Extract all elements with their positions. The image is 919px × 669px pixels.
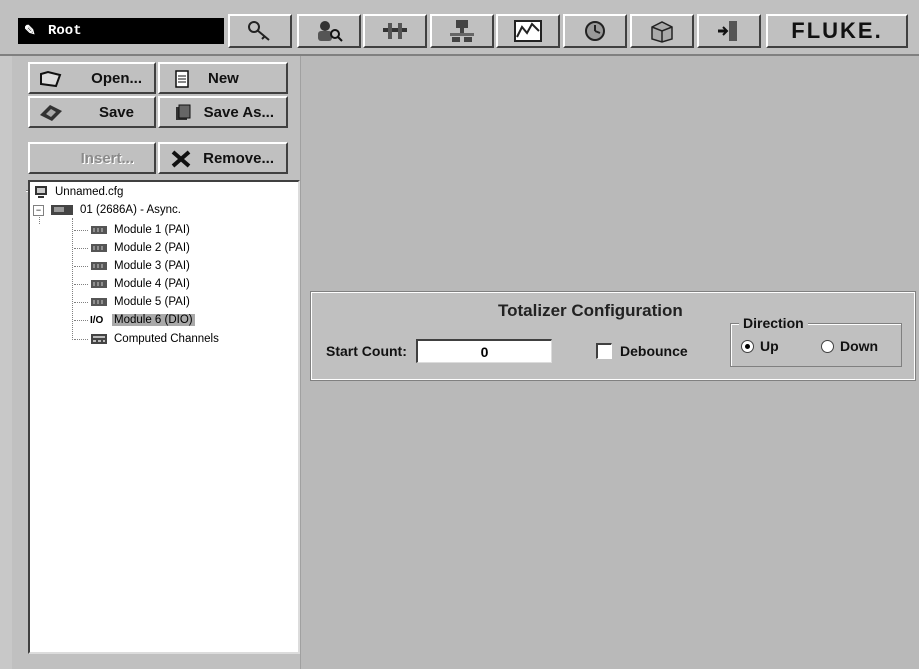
tree-module-6[interactable]: I/O Module 6 (DIO) [90, 312, 195, 328]
configuration-button[interactable] [363, 14, 427, 48]
key-icon [248, 21, 270, 41]
computer-icon [35, 186, 47, 198]
checkbox-box[interactable] [596, 343, 612, 359]
security-button[interactable] [228, 14, 292, 48]
new-document-icon [175, 70, 189, 88]
tree-module-label: Module 2 (PAI) [114, 242, 190, 254]
new-button[interactable]: New [158, 62, 288, 94]
brand-text: FLUKE. [791, 18, 883, 43]
tree-module-1[interactable]: Module 1 (PAI) [90, 222, 192, 238]
tree-module-3[interactable]: Module 3 (PAI) [90, 258, 192, 274]
fluke-logo: FLUKE. [766, 14, 908, 48]
feather-icon: ✎ [24, 23, 36, 40]
chart-button[interactable] [496, 14, 560, 48]
save-button-label: Save [98, 104, 134, 121]
open-folder-icon [40, 70, 62, 88]
network-button[interactable] [430, 14, 494, 48]
start-count-label: Start Count: [326, 343, 407, 359]
remove-button-label: Remove... [203, 150, 274, 167]
save-as-icon [176, 104, 191, 120]
tree-instrument-label: 01 (2686A) - Async. [80, 204, 181, 216]
remove-button[interactable]: Remove... [158, 142, 288, 174]
file-panel: Open... New Save Save As... Insert... Re… [12, 56, 310, 669]
radio-unselected-icon[interactable] [821, 339, 834, 353]
open-button[interactable]: Open... [28, 62, 156, 94]
direction-label: Direction [739, 315, 808, 331]
module-icon [91, 226, 107, 234]
direction-up-radio[interactable]: Up [741, 338, 779, 354]
module-icon [91, 262, 107, 270]
save-disk-icon [40, 105, 62, 121]
calculator-icon [91, 334, 107, 344]
tree-instrument[interactable]: − 01 (2686A) - Async. [33, 202, 183, 218]
tree-module-label: Module 5 (PAI) [114, 296, 190, 308]
tree-computed-label: Computed Channels [114, 333, 219, 345]
open-button-label: Open... [91, 70, 142, 87]
user-search-icon [318, 21, 343, 42]
top-toolbar: ✎ Root FLUKE. [0, 0, 919, 56]
module-icon [91, 244, 107, 252]
direction-down-radio[interactable]: Down [821, 338, 878, 354]
io-tag: I/O [90, 314, 104, 326]
tree-selected-module-label: Module 6 (DIO) [112, 314, 195, 326]
tree-root-label: Unnamed.cfg [55, 186, 124, 198]
remove-x-icon [171, 150, 191, 168]
user-setup-button[interactable] [297, 14, 361, 48]
collapse-toggle-icon[interactable]: − [33, 204, 44, 216]
debounce-label: Debounce [620, 343, 688, 359]
tree-module-label: Module 4 (PAI) [114, 278, 190, 290]
alarm-button[interactable] [563, 14, 627, 48]
chart-icon [514, 20, 542, 42]
tree-module-4[interactable]: Module 4 (PAI) [90, 276, 192, 292]
tree-module-2[interactable]: Module 2 (PAI) [90, 240, 192, 256]
data-button[interactable] [630, 14, 694, 48]
tree-module-label: Module 1 (PAI) [114, 224, 190, 236]
tools-icon [383, 23, 407, 39]
insert-button-label: Insert... [80, 150, 134, 167]
tree-computed-channels[interactable]: Computed Channels [90, 331, 221, 347]
direction-up-label: Up [760, 338, 779, 354]
tree-module-label: Module 3 (PAI) [114, 260, 190, 272]
configuration-tree[interactable]: Unnamed.cfg − 01 (2686A) - Async. Module… [28, 180, 300, 654]
insert-button[interactable]: Insert... [28, 142, 156, 174]
main-panel: Totalizer Configuration Start Count: Deb… [300, 56, 919, 669]
direction-group: Direction Up Down [730, 315, 902, 367]
tree-root-file[interactable]: Unnamed.cfg [33, 184, 125, 200]
module-icon [91, 298, 107, 306]
exit-button[interactable] [697, 14, 761, 48]
save-button[interactable]: Save [28, 96, 156, 128]
save-as-button[interactable]: Save As... [158, 96, 288, 128]
module-icon [91, 280, 107, 288]
instrument-icon [51, 205, 73, 215]
alarm-icon [585, 21, 605, 41]
new-button-label: New [208, 70, 239, 87]
exit-icon [718, 21, 737, 41]
user-name: Root [48, 23, 82, 39]
start-count-input[interactable] [416, 339, 552, 363]
network-icon [450, 20, 474, 42]
totalizer-config-panel: Totalizer Configuration Start Count: Deb… [310, 291, 916, 381]
save-as-button-label: Save As... [203, 104, 274, 121]
user-indicator: ✎ Root [18, 18, 224, 44]
panel-title: Totalizer Configuration [498, 301, 683, 320]
radio-selected-icon[interactable] [741, 339, 754, 353]
direction-down-label: Down [840, 338, 879, 354]
box-icon [651, 21, 673, 43]
debounce-checkbox[interactable]: Debounce [596, 343, 688, 359]
tree-module-5[interactable]: Module 5 (PAI) [90, 294, 192, 310]
